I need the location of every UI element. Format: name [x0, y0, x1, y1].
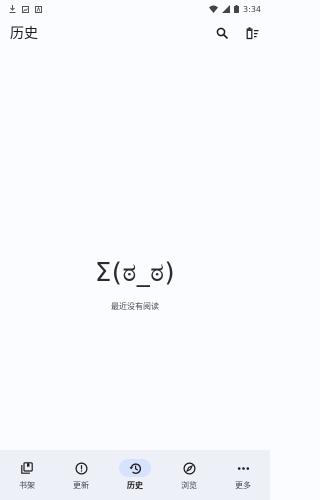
explore-icon	[182, 461, 196, 475]
nav-active-indicator	[119, 459, 151, 477]
nav-indicator	[65, 459, 97, 477]
nav-label-history: 历史	[127, 481, 143, 490]
nav-item-library[interactable]: 书架	[0, 459, 54, 491]
history-icon	[128, 462, 141, 474]
nav-item-explore[interactable]: 浏览	[162, 459, 216, 491]
battery-icon	[234, 5, 240, 13]
system-icons: 3:34	[209, 5, 261, 14]
nav-item-updates[interactable]: 更新	[54, 459, 108, 491]
wifi-icon	[209, 5, 219, 13]
search-icon	[216, 27, 228, 39]
library-icon	[21, 462, 33, 474]
nav-label-library: 书架	[19, 481, 35, 490]
notification-icons	[9, 5, 42, 13]
clear-history-button[interactable]	[244, 25, 260, 41]
nav-label-updates: 更新	[73, 481, 89, 490]
updates-icon	[74, 461, 88, 475]
nav-indicator	[227, 459, 259, 477]
clock: 3:34	[243, 4, 261, 14]
nav-label-more: 更多	[235, 481, 251, 490]
nav-label-explore: 浏览	[181, 481, 197, 490]
search-button[interactable]	[214, 25, 230, 41]
download-icon	[9, 5, 16, 13]
image-icon	[22, 5, 29, 13]
nav-indicator	[11, 459, 43, 477]
nav-indicator	[173, 459, 205, 477]
signal-icon	[222, 5, 231, 13]
more-icon	[237, 466, 249, 470]
top-app-bar: 历史	[0, 18, 270, 48]
bottom-navigation: 书架 更新 历史 浏览 更多	[0, 450, 270, 500]
nav-item-history[interactable]: 历史	[108, 459, 162, 491]
nav-item-more[interactable]: 更多	[216, 459, 270, 491]
status-bar: 3:34	[0, 0, 270, 18]
app-notification-icon	[35, 5, 42, 13]
empty-state: Σ(ಠ_ಠ) 最近没有阅读	[0, 258, 270, 312]
delete-sweep-icon	[246, 26, 258, 39]
empty-message: 最近没有阅读	[111, 302, 159, 311]
app-bar-actions	[214, 25, 260, 41]
page-title: 历史	[10, 26, 38, 42]
empty-kaomoji: Σ(ಠ_ಠ)	[94, 258, 176, 288]
